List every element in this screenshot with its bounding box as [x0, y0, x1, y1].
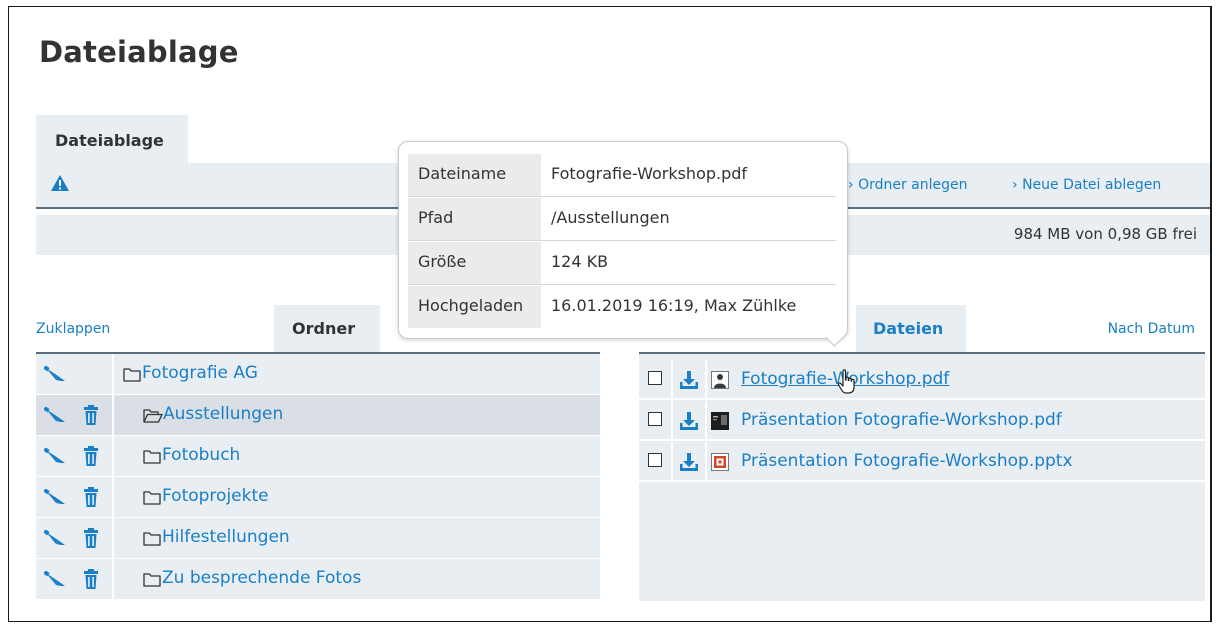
page-title: Dateiablage: [39, 35, 239, 69]
edit-pencil-icon[interactable]: [43, 365, 66, 386]
tooltip-row: Hochgeladen 16.01.2019 16:19, Max Zühlke: [408, 286, 836, 329]
download-icon[interactable]: [679, 452, 699, 476]
warning-icon[interactable]: [50, 174, 70, 196]
tab-dateien[interactable]: Dateien: [856, 305, 966, 353]
folder-icon: [123, 367, 141, 386]
column-separator: [705, 442, 707, 482]
folder-name[interactable]: Fotografie AG: [142, 363, 258, 383]
edit-pencil-icon[interactable]: [43, 529, 66, 550]
trash-icon[interactable]: [83, 487, 99, 511]
edit-pencil-icon[interactable]: [43, 570, 66, 591]
column-separator: [671, 360, 673, 400]
folder-icon: [143, 490, 161, 509]
file-name-link[interactable]: Präsentation Fotografie-Workshop.pdf: [741, 410, 1062, 430]
edit-pencil-icon[interactable]: [43, 406, 66, 427]
folder-name[interactable]: Fotobuch: [162, 445, 240, 465]
folder-row[interactable]: Fotobuch: [36, 436, 600, 476]
tooltip-row: Größe 124 KB: [408, 242, 836, 285]
file-row[interactable]: Präsentation Fotografie-Workshop.pptx: [639, 442, 1205, 482]
folder-open-icon: [143, 408, 163, 427]
edit-pencil-icon[interactable]: [43, 447, 66, 468]
folder-name[interactable]: Fotoprojekte: [162, 486, 269, 506]
column-separator: [112, 354, 114, 394]
folder-row[interactable]: Ausstellungen: [36, 395, 600, 435]
folder-name[interactable]: Hilfestellungen: [162, 527, 290, 547]
file-info-tooltip: Dateiname Fotografie-Workshop.pdf Pfad/Aus…: [398, 141, 848, 339]
column-separator: [112, 477, 114, 517]
window-frame: Dateiablage Dateiablage › Ordner anlegen…: [8, 6, 1212, 622]
upload-file-link[interactable]: › Neue Datei ablegen: [1012, 177, 1161, 193]
folder-row[interactable]: Hilfestellungen: [36, 518, 600, 558]
tab-dateiablage-label: Dateiablage: [55, 131, 164, 150]
column-separator: [112, 436, 114, 476]
folder-name[interactable]: Zu besprechende Fotos: [162, 568, 361, 588]
column-separator: [671, 442, 673, 482]
column-separator: [671, 401, 673, 441]
file-row[interactable]: Präsentation Fotografie-Workshop.pdf: [639, 401, 1205, 441]
tooltip-value: 124 KB: [551, 252, 609, 271]
create-folder-label: Ordner anlegen: [858, 177, 968, 193]
powerpoint-icon: [711, 453, 729, 471]
folder-row[interactable]: Fotoprojekte: [36, 477, 600, 517]
file-row[interactable]: Fotografie-Workshop.pdf: [639, 360, 1205, 400]
edit-pencil-icon[interactable]: [43, 488, 66, 509]
tooltip-row: Dateiname Fotografie-Workshop.pdf: [408, 154, 836, 197]
upload-file-label: Neue Datei ablegen: [1022, 177, 1162, 193]
trash-icon[interactable]: [83, 528, 99, 552]
trash-icon[interactable]: [83, 446, 99, 470]
column-separator: [112, 518, 114, 558]
create-folder-link[interactable]: › Ordner anlegen: [848, 177, 968, 193]
column-separator: [705, 401, 707, 441]
file-checkbox[interactable]: [648, 453, 662, 467]
tooltip-key: Dateiname: [408, 154, 541, 196]
folder-icon: [143, 531, 161, 550]
file-checkbox[interactable]: [648, 412, 662, 426]
collapse-link[interactable]: Zuklappen: [36, 321, 110, 337]
tooltip-key: Pfad: [408, 198, 541, 240]
tooltip-value: /Ausstellungen: [551, 208, 670, 227]
tooltip-key: Hochgeladen: [408, 286, 541, 328]
tooltip-key: Größe: [408, 242, 541, 284]
download-icon[interactable]: [679, 370, 699, 394]
folder-row[interactable]: Zu besprechende Fotos: [36, 559, 600, 599]
tab-dateiablage[interactable]: Dateiablage: [36, 115, 188, 163]
folder-icon: [143, 449, 161, 468]
file-name-link[interactable]: Präsentation Fotografie-Workshop.pptx: [741, 451, 1073, 471]
folder-name[interactable]: Ausstellungen: [163, 404, 283, 424]
tab-ordner-label: Ordner: [292, 319, 356, 338]
column-separator: [112, 395, 114, 435]
tooltip-value: 16.01.2019 16:19, Max Zühlke: [551, 296, 797, 315]
column-separator: [705, 360, 707, 400]
tab-dateien-label: Dateien: [873, 319, 944, 338]
hand-cursor-icon: [837, 369, 857, 399]
portrait-thumbnail: [711, 371, 729, 389]
download-icon[interactable]: [679, 411, 699, 435]
folder-icon: [143, 572, 161, 591]
folder-row[interactable]: Fotografie AG: [36, 354, 600, 394]
tooltip-row: Pfad/Ausstellungen: [408, 198, 836, 241]
storage-text: 984 MB von 0,98 GB frei: [1013, 225, 1197, 243]
trash-icon[interactable]: [83, 569, 99, 593]
file-checkbox[interactable]: [648, 371, 662, 385]
dark-slide-thumbnail: [711, 412, 729, 430]
sort-by-date-link[interactable]: Nach Datum: [1108, 321, 1195, 337]
tab-ordner[interactable]: Ordner: [274, 305, 380, 353]
tooltip-value: Fotografie-Workshop.pdf: [551, 164, 748, 183]
trash-icon[interactable]: [83, 405, 99, 429]
column-separator: [112, 559, 114, 599]
